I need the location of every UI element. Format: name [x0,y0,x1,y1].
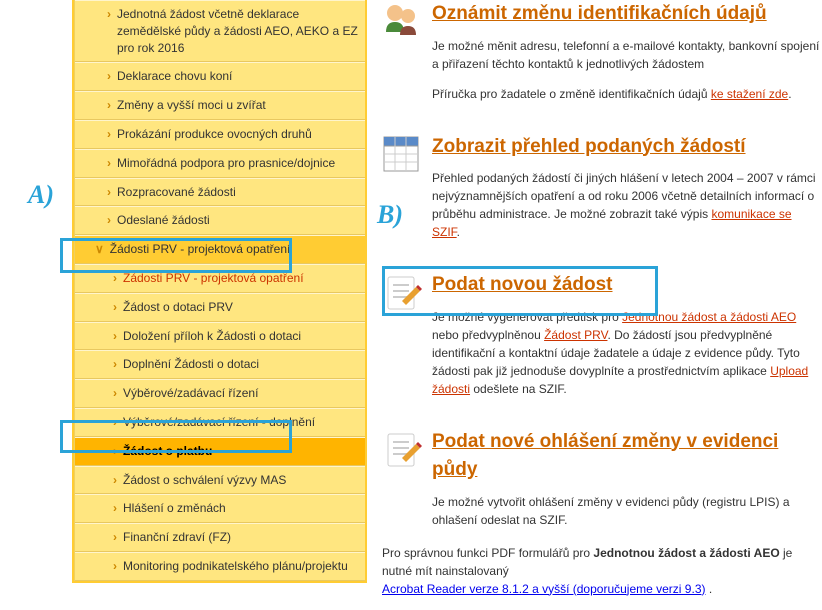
main-content: Oznámit změnu identifikačních údajů Je m… [367,0,822,610]
sidebar-item-zadost-platbu[interactable]: › Žádost o platbu [75,437,365,466]
link-acrobat-reader[interactable]: Acrobat Reader verze 8.1.2 a vyšší (dopo… [382,582,705,596]
sidebar-item-label: Žádost o dotaci PRV [123,299,233,316]
sidebar-item-monitoring[interactable]: › Monitoring podnikatelského plánu/proje… [75,552,365,581]
sidebar-item-label: Žádosti PRV - projektová opatření [123,270,304,287]
sidebar-item-doplneni-zadosti[interactable]: › Doplnění Žádosti o dotaci [75,350,365,379]
section-podat-novou: Podat novou žádost Je možné vygenerovat … [382,271,822,398]
chevron-right-icon: › [113,500,117,517]
section-text: Je možné vygenerovat předtisk pro Jednot… [432,308,822,398]
chevron-right-icon: › [107,155,111,172]
chevron-right-icon: › [113,529,117,546]
chevron-right-icon: › [113,328,117,345]
sidebar-item-label: Změny a vyšší moci u zvířat [117,97,266,114]
sidebar-item-schvaleni-mas[interactable]: › Žádost o schválení výzvy MAS [75,466,365,495]
sidebar-item-label: Výběrové/zadávací řízení [123,385,258,402]
sidebar-item-odeslane[interactable]: › Odeslané žádosti [75,206,365,235]
chevron-right-icon: › [113,270,117,287]
footer-note: Pro správnou funkci PDF formulářů pro Je… [382,544,822,598]
sidebar-item-label: Doplnění Žádosti o dotaci [123,356,259,373]
link-zadost-prv[interactable]: Žádost PRV [544,328,607,342]
section-oznamit-zmenu: Oznámit změnu identifikačních údajů Je m… [382,0,822,103]
sidebar-item-label: Finanční zdraví (FZ) [123,529,231,546]
link-podat-ohlaseni[interactable]: Podat nové ohlášení změny v evidenci půd… [432,431,778,481]
sidebar-item-zadost-dotaci-prv[interactable]: › Žádost o dotaci PRV [75,293,365,322]
chevron-right-icon: › [107,97,111,114]
section-text: Je možné měnit adresu, telefonní a e-mai… [432,37,822,73]
chevron-right-icon: › [107,184,111,201]
chevron-right-icon: › [113,443,117,460]
section-text: Přehled podaných žádostí či jiných hláše… [432,169,822,241]
link-podat-novou[interactable]: Podat novou žádost [432,274,613,295]
sidebar-item-financni-zdravi[interactable]: › Finanční zdraví (FZ) [75,523,365,552]
sidebar-item-label: Výběrové/zadávací řízení - doplnění [123,414,315,431]
sidebar-item-label: Žádosti PRV - projektová opatření [110,241,291,258]
sidebar-item-label: Žádost o schválení výzvy MAS [123,472,286,489]
chevron-right-icon: › [113,472,117,489]
table-icon [382,135,422,175]
link-jednotnou-zadost[interactable]: Jednotnou žádost a žádosti AEO [622,310,796,324]
sidebar-item-vyberove[interactable]: › Výběrové/zadávací řízení [75,379,365,408]
section-text: Je možné vytvořit ohlášení změny v evide… [432,493,822,529]
sidebar-item-label: Deklarace chovu koní [117,68,232,85]
sidebar: › Jednotná žádost včetně deklarace zeměd… [72,0,367,610]
sidebar-item-label: Hlášení o změnách [123,500,226,517]
sidebar-item-zadosti-prv-sub[interactable]: › Žádosti PRV - projektová opatření [75,264,365,293]
sidebar-item-rozpracovane[interactable]: › Rozpracované žádosti [75,178,365,207]
chevron-right-icon: › [113,385,117,402]
sidebar-item-jednotna-zadost[interactable]: › Jednotná žádost včetně deklarace zeměd… [75,0,365,62]
sidebar-item-label: Prokázání produkce ovocných druhů [117,126,312,143]
link-stazeni-zde[interactable]: ke stažení zde [711,87,788,101]
section-text: Příručka pro žadatele o změně identifika… [432,85,822,103]
sidebar-item-hlaseni-zmenach[interactable]: › Hlášení o změnách [75,494,365,523]
chevron-right-icon: › [107,212,111,229]
chevron-right-icon: › [107,6,111,23]
sidebar-item-label: Mimořádná podpora pro prasnice/dojnice [117,155,335,172]
sidebar-item-prokazani-produkce[interactable]: › Prokázání produkce ovocných druhů [75,120,365,149]
sidebar-item-label: Doložení příloh k Žádosti o dotaci [123,328,301,345]
sidebar-item-label: Žádost o platbu [123,443,212,460]
document-edit-icon [382,273,422,313]
sidebar-item-zadosti-prv-group[interactable]: ∨ Žádosti PRV - projektová opatření [75,235,365,264]
sidebar-item-zmeny-zvirat[interactable]: › Změny a vyšší moci u zvířat [75,91,365,120]
chevron-down-icon: ∨ [95,241,104,258]
users-icon [382,2,422,40]
link-oznamit-zmenu[interactable]: Oznámit změnu identifikačních údajů [432,3,767,24]
footer-bold: Jednotnou žádost a žádosti AEO [593,546,779,560]
sidebar-item-vyberove-doplneni[interactable]: › Výběrové/zadávací řízení - doplnění [75,408,365,437]
section-podat-ohlaseni: Podat nové ohlášení změny v evidenci půd… [382,428,822,529]
sidebar-item-dolozeni-priloh[interactable]: › Doložení příloh k Žádosti o dotaci [75,322,365,351]
sidebar-item-deklarace-koni[interactable]: › Deklarace chovu koní [75,62,365,91]
chevron-right-icon: › [113,414,117,431]
chevron-right-icon: › [113,299,117,316]
sidebar-item-label: Odeslané žádosti [117,212,210,229]
document-edit-icon [382,430,422,470]
chevron-right-icon: › [107,126,111,143]
link-zobrazit-prehled[interactable]: Zobrazit přehled podaných žádostí [432,136,746,157]
sidebar-item-label: Jednotná žádost včetně deklarace zeměděl… [117,6,359,56]
chevron-right-icon: › [113,558,117,575]
annotation-a: A) [28,180,54,210]
sidebar-item-label: Rozpracované žádosti [117,184,236,201]
chevron-right-icon: › [107,68,111,85]
sidebar-item-mimoradna-podpora[interactable]: › Mimořádná podpora pro prasnice/dojnice [75,149,365,178]
sidebar-item-label: Monitoring podnikatelského plánu/projekt… [123,558,348,575]
annotation-b: B) [377,200,403,230]
section-zobrazit-prehled: Zobrazit přehled podaných žádostí Přehle… [382,133,822,242]
chevron-right-icon: › [113,356,117,373]
